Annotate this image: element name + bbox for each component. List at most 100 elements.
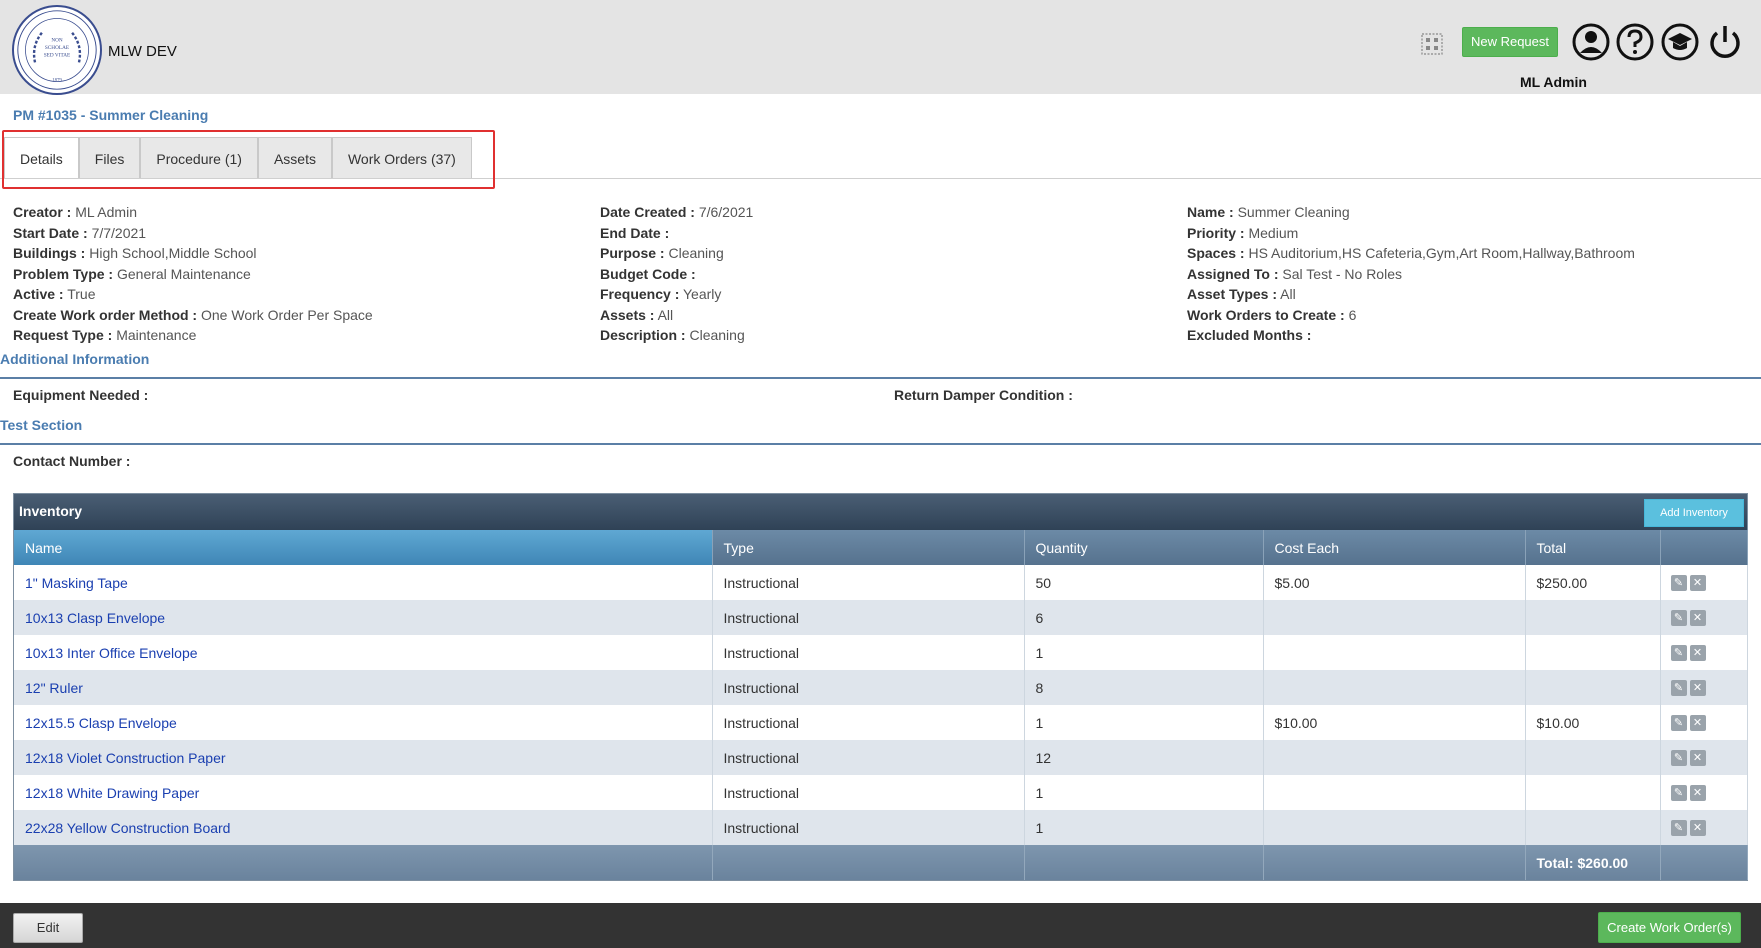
field-asset-types: Asset Types : All [1187,284,1635,305]
inventory-item-link[interactable]: 10x13 Inter Office Envelope [25,645,198,661]
edit-pencil-icon[interactable]: ✎ [1670,645,1687,662]
cell-total [1525,670,1661,705]
seal-text-1: NON [51,37,63,43]
qr-code-icon[interactable] [1420,32,1444,56]
footer-grand-total: Total: $260.00 [1525,845,1661,880]
column-header-quantity[interactable]: Quantity [1024,530,1264,565]
table-row: 12x18 White Drawing Paper Instructional … [14,775,1748,810]
field-value: One Work Order Per Space [201,306,373,323]
field-creator: Creator : ML Admin [13,202,373,223]
new-request-button[interactable]: New Request [1462,27,1558,57]
delete-x-icon[interactable]: ✕ [1689,750,1706,767]
details-column-3: Name : Summer Cleaning Priority : Medium… [1187,202,1635,346]
field-label: Asset Types : [1187,286,1277,302]
field-label: Excluded Months : [1187,327,1312,343]
field-active: Active : True [13,284,373,305]
power-logout-icon[interactable] [1704,21,1746,63]
cell-cost-each: $5.00 [1263,565,1526,600]
cell-name: 12" Ruler [14,670,713,705]
delete-x-icon[interactable]: ✕ [1689,715,1706,732]
field-value: Sal Test - No Roles [1282,265,1402,282]
inventory-item-link[interactable]: 22x28 Yellow Construction Board [25,820,230,836]
field-spaces: Spaces : HS Auditorium,HS Cafeteria,Gym,… [1187,243,1635,264]
edit-pencil-icon[interactable]: ✎ [1670,750,1687,767]
field-value: HS Auditorium,HS Cafeteria,Gym,Art Room,… [1248,245,1635,261]
seal-year: 1879 [52,79,62,84]
footer-cell [1024,845,1264,880]
field-value: All [1280,286,1296,302]
test-section-heading: Test Section [0,417,83,433]
cell-actions: ✎ ✕ [1660,670,1748,705]
delete-x-icon[interactable]: ✕ [1689,575,1706,592]
inventory-item-link[interactable]: 12x18 Violet Construction Paper [25,750,226,766]
inventory-item-link[interactable]: 12x18 White Drawing Paper [25,785,199,801]
field-label: Active : [13,286,64,302]
delete-x-icon[interactable]: ✕ [1689,680,1706,697]
field-problem-type: Problem Type : General Maintenance [13,264,373,285]
cell-actions: ✎ ✕ [1660,635,1748,670]
field-name: Name : Summer Cleaning [1187,202,1635,223]
field-label: Work Orders to Create : [1187,306,1345,323]
cell-total: $10.00 [1525,705,1661,740]
cell-name: 12x18 Violet Construction Paper [14,740,713,775]
table-row: 10x13 Inter Office Envelope Instructiona… [14,635,1748,670]
field-value: Medium [1248,224,1299,241]
cell-actions: ✎ ✕ [1660,740,1748,775]
table-row: 12" Ruler Instructional 8 ✎ ✕ [14,670,1748,705]
cell-type: Instructional [712,635,1025,670]
inventory-item-link[interactable]: 10x13 Clasp Envelope [25,610,165,626]
edit-pencil-icon[interactable]: ✎ [1670,680,1687,697]
column-header-cost-each[interactable]: Cost Each [1263,530,1526,565]
cell-cost-each [1263,635,1526,670]
edit-pencil-icon[interactable]: ✎ [1670,715,1687,732]
field-end-date: End Date : [600,223,753,244]
add-inventory-button[interactable]: Add Inventory [1644,499,1744,527]
column-header-type[interactable]: Type [712,530,1025,565]
cell-quantity: 1 [1024,810,1264,845]
field-value: All [657,306,674,323]
user-profile-icon[interactable] [1570,21,1612,63]
field-label: Date Created : [600,204,695,220]
additional-info-divider [0,377,1761,379]
contact-number-label: Contact Number : [13,453,131,469]
inventory-item-link[interactable]: 12" Ruler [25,680,83,696]
return-damper-label: Return Damper Condition : [894,387,1073,403]
inventory-item-link[interactable]: 12x15.5 Clasp Envelope [25,715,177,731]
field-value: High School,Middle School [89,245,257,261]
training-cap-icon[interactable] [1659,21,1701,63]
field-priority: Priority : Medium [1187,223,1635,244]
cell-actions: ✎ ✕ [1660,705,1748,740]
delete-x-icon[interactable]: ✕ [1689,820,1706,837]
edit-pencil-icon[interactable]: ✎ [1670,610,1687,627]
delete-x-icon[interactable]: ✕ [1689,610,1706,627]
column-header-total[interactable]: Total [1525,530,1661,565]
field-label: Description : [600,327,686,343]
help-icon[interactable] [1614,21,1656,63]
edit-button[interactable]: Edit [13,913,83,943]
inventory-table: Name Type Quantity Cost Each Total 1" Ma… [14,530,1748,880]
cell-quantity: 6 [1024,600,1264,635]
edit-pencil-icon[interactable]: ✎ [1670,785,1687,802]
inventory-item-link[interactable]: 1" Masking Tape [25,575,128,591]
create-work-orders-button[interactable]: Create Work Order(s) [1598,912,1741,943]
field-label: Problem Type : [13,265,114,282]
field-label: Buildings : [13,245,86,261]
edit-pencil-icon[interactable]: ✎ [1670,575,1687,592]
field-frequency: Frequency : Yearly [600,284,753,305]
delete-x-icon[interactable]: ✕ [1689,785,1706,802]
cell-total [1525,775,1661,810]
field-request-type: Request Type : Maintenance [13,325,373,346]
cell-total: $250.00 [1525,565,1661,600]
inventory-header: Inventory Add Inventory [14,494,1747,530]
school-seal-logo[interactable]: NON SCHOLAE SED VITAE 1879 [12,5,102,95]
cell-name: 1" Masking Tape [14,565,713,600]
edit-pencil-icon[interactable]: ✎ [1670,820,1687,837]
delete-x-icon[interactable]: ✕ [1689,645,1706,662]
field-excluded-months: Excluded Months : [1187,325,1635,346]
cell-total [1525,740,1661,775]
field-value: General Maintenance [116,265,251,282]
details-column-1: Creator : ML Admin Start Date : 7/7/2021… [13,202,373,346]
table-row: 22x28 Yellow Construction Board Instruct… [14,810,1748,845]
field-value: Maintenance [116,327,197,343]
column-header-name[interactable]: Name [14,530,713,565]
